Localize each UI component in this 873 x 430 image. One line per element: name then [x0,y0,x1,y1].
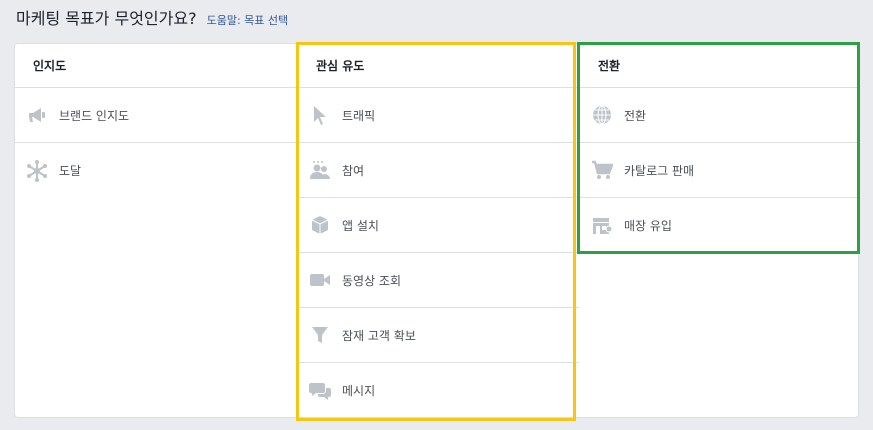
objective-engagement[interactable]: 참여 [298,143,579,198]
item-label: 참여 [342,163,365,178]
objective-reach[interactable]: 도달 [15,143,296,198]
video-camera-icon [308,268,332,292]
item-label: 메시지 [342,384,376,398]
cart-icon [590,158,614,182]
objective-video-views[interactable]: 동영상 조회 [298,253,579,308]
objective-brand-awareness[interactable]: 브랜드 인지도 [15,88,296,143]
column-consideration: 관심 유도 트래픽 참여 앱 설치 동영상 조회 잠재 고객 확보 메시지 [297,44,579,418]
objective-panel: 인지도 브랜드 인지도 도달 관심 유도 트래픽 참여 앱 설치 동영상 조회 … [14,43,860,418]
objective-conversions[interactable]: 전환 [580,88,860,143]
globe-icon [590,103,614,127]
column-conversion: 전환 전환 카탈로그 판매 매장 유입 [579,44,860,253]
item-label: 트래픽 [342,108,376,123]
chat-bubbles-icon [308,379,332,403]
column-heading: 인지도 [15,44,296,88]
item-label: 도달 [59,164,82,178]
item-label: 전환 [624,108,647,123]
item-label: 카탈로그 판매 [624,163,695,178]
objective-app-install[interactable]: 앱 설치 [298,198,579,253]
item-label: 앱 설치 [342,218,379,233]
item-label: 잠재 고객 확보 [342,328,416,343]
megaphone-icon [25,103,49,127]
people-icon [308,158,332,182]
objective-messages[interactable]: 메시지 [298,363,579,418]
funnel-icon [308,323,332,347]
objective-lead-generation[interactable]: 잠재 고객 확보 [298,308,579,363]
store-icon [590,214,614,238]
box-icon [308,213,332,237]
reach-icon [25,159,49,183]
column-awareness: 인지도 브랜드 인지도 도달 [15,44,296,198]
objective-traffic[interactable]: 트래픽 [298,88,579,143]
objective-store-traffic[interactable]: 매장 유입 [580,198,860,253]
cursor-icon [308,103,332,127]
column-heading: 관심 유도 [298,44,579,88]
page-header: 마케팅 목표가 무엇인가요? 도움말: 목표 선택 [16,5,288,29]
item-label: 매장 유입 [624,219,672,233]
objective-catalog-sales[interactable]: 카탈로그 판매 [580,143,860,198]
page-title: 마케팅 목표가 무엇인가요? [16,9,197,28]
item-label: 브랜드 인지도 [59,108,130,123]
column-heading: 전환 [580,44,860,88]
help-link[interactable]: 도움말: 목표 선택 [207,12,289,28]
item-label: 동영상 조회 [342,273,402,288]
